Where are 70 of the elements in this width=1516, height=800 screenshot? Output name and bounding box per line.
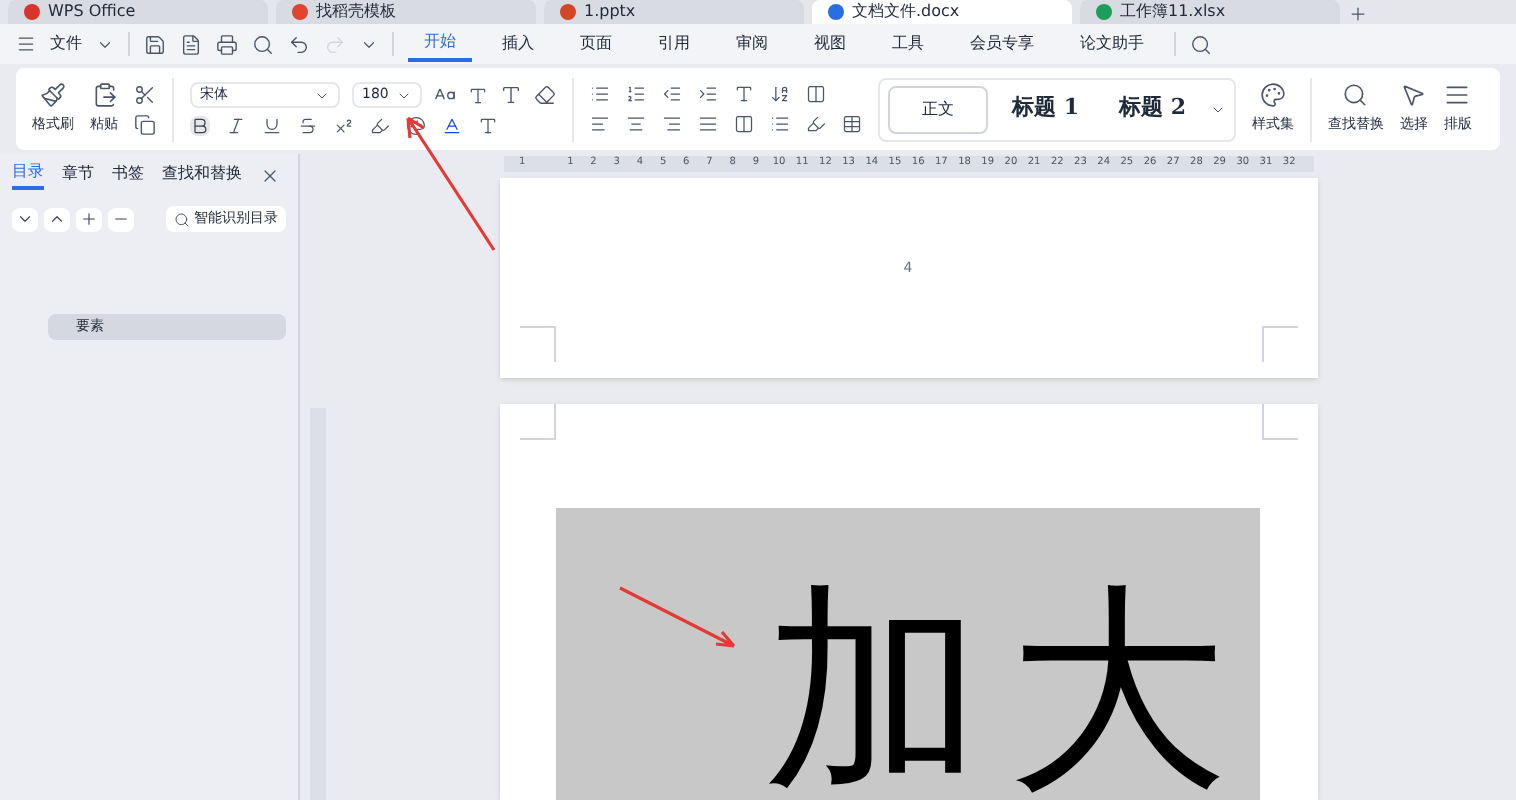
menu-tab[interactable]: 审阅 xyxy=(720,26,784,62)
print-icon[interactable] xyxy=(216,33,238,55)
large-text: 加大 xyxy=(764,580,1252,800)
tab-label: 文档文件.docx xyxy=(852,4,960,20)
tab-label: 找稻壳模板 xyxy=(316,4,396,20)
align-right-icon[interactable] xyxy=(662,114,682,134)
highlight-icon[interactable] xyxy=(370,116,390,136)
numbering-icon[interactable] xyxy=(626,84,646,104)
margin-corner-mark xyxy=(1261,404,1297,440)
menu-tab[interactable]: 工具 xyxy=(876,26,940,62)
margin-corner-mark xyxy=(519,404,555,440)
style-set-icon[interactable] xyxy=(1259,82,1286,109)
tab-label: WPS Office xyxy=(48,4,136,20)
sidebar-tab[interactable]: 查找和替换 xyxy=(162,162,242,188)
menu-tab[interactable]: 插入 xyxy=(486,26,550,62)
search-icon[interactable] xyxy=(1190,33,1212,55)
search-icon[interactable] xyxy=(1342,82,1369,109)
bold-icon[interactable] xyxy=(190,116,210,136)
style-preset[interactable]: 正文 xyxy=(888,85,988,133)
tab-label: 工作簿11.xlsx xyxy=(1120,4,1226,20)
collapse-icon[interactable] xyxy=(16,210,34,228)
align-left-icon[interactable] xyxy=(590,114,610,134)
layout-icon[interactable] xyxy=(1444,82,1471,109)
cut-icon[interactable] xyxy=(134,83,156,105)
indent-icon[interactable] xyxy=(698,84,718,104)
border-icon[interactable] xyxy=(842,114,862,134)
justify-icon[interactable] xyxy=(698,114,718,134)
add-icon[interactable] xyxy=(80,210,98,228)
tab-label: 1.pptx xyxy=(584,4,636,20)
superscript-icon[interactable] xyxy=(334,116,354,136)
expand-icon[interactable] xyxy=(48,210,66,228)
menu-tab[interactable]: 引用 xyxy=(642,26,706,62)
menu-tab[interactable]: 开始 xyxy=(408,26,472,62)
sort-icon[interactable] xyxy=(770,84,790,104)
menu-icon[interactable] xyxy=(16,34,36,54)
menu-tab[interactable]: 会员专享 xyxy=(954,26,1050,62)
document-tab[interactable]: 文档文件.docx xyxy=(812,0,1072,24)
annotation-arrow xyxy=(616,584,740,652)
style-preset[interactable]: 标题 1 xyxy=(996,85,1095,133)
underline-icon[interactable] xyxy=(262,116,282,136)
sidebar-tab[interactable]: 目录 xyxy=(12,160,44,190)
align-center-icon[interactable] xyxy=(626,114,646,134)
format-painter-icon[interactable] xyxy=(40,82,66,109)
document-tab[interactable]: 找稻壳模板 xyxy=(276,0,536,24)
save-icon[interactable] xyxy=(144,33,166,55)
document-tab[interactable]: 1.pptx xyxy=(544,0,804,24)
italic-icon[interactable] xyxy=(226,116,246,136)
pointer-icon[interactable] xyxy=(1400,82,1427,109)
menu-tab[interactable]: 视图 xyxy=(798,26,862,62)
margin-corner-mark xyxy=(519,326,555,362)
clear-format-icon[interactable] xyxy=(534,84,556,106)
strikethrough-icon[interactable] xyxy=(298,116,318,136)
add-tab-icon[interactable] xyxy=(1348,4,1368,24)
document-tab[interactable]: 工作簿11.xlsx xyxy=(1080,0,1340,24)
sidebar-tab[interactable]: 章节 xyxy=(62,162,94,188)
margin-corner-mark xyxy=(1261,326,1297,362)
copy-icon[interactable] xyxy=(134,113,156,135)
bullets-icon[interactable] xyxy=(590,84,610,104)
menu-tab[interactable]: 页面 xyxy=(564,26,628,62)
document-tab[interactable]: WPS Office xyxy=(8,0,268,24)
close-icon[interactable] xyxy=(260,165,280,185)
paste-icon[interactable] xyxy=(91,82,117,109)
menu-tab[interactable]: 论文助手 xyxy=(1064,26,1160,62)
font-color-icon[interactable] xyxy=(442,116,462,136)
sidebar-tab[interactable]: 书签 xyxy=(112,162,144,188)
columns-icon[interactable] xyxy=(806,84,826,104)
file-menu[interactable]: 文件 xyxy=(50,32,82,56)
undo-icon[interactable] xyxy=(288,33,310,55)
outdent-icon[interactable] xyxy=(662,84,682,104)
style-preset[interactable]: 标题 2 xyxy=(1102,85,1202,133)
